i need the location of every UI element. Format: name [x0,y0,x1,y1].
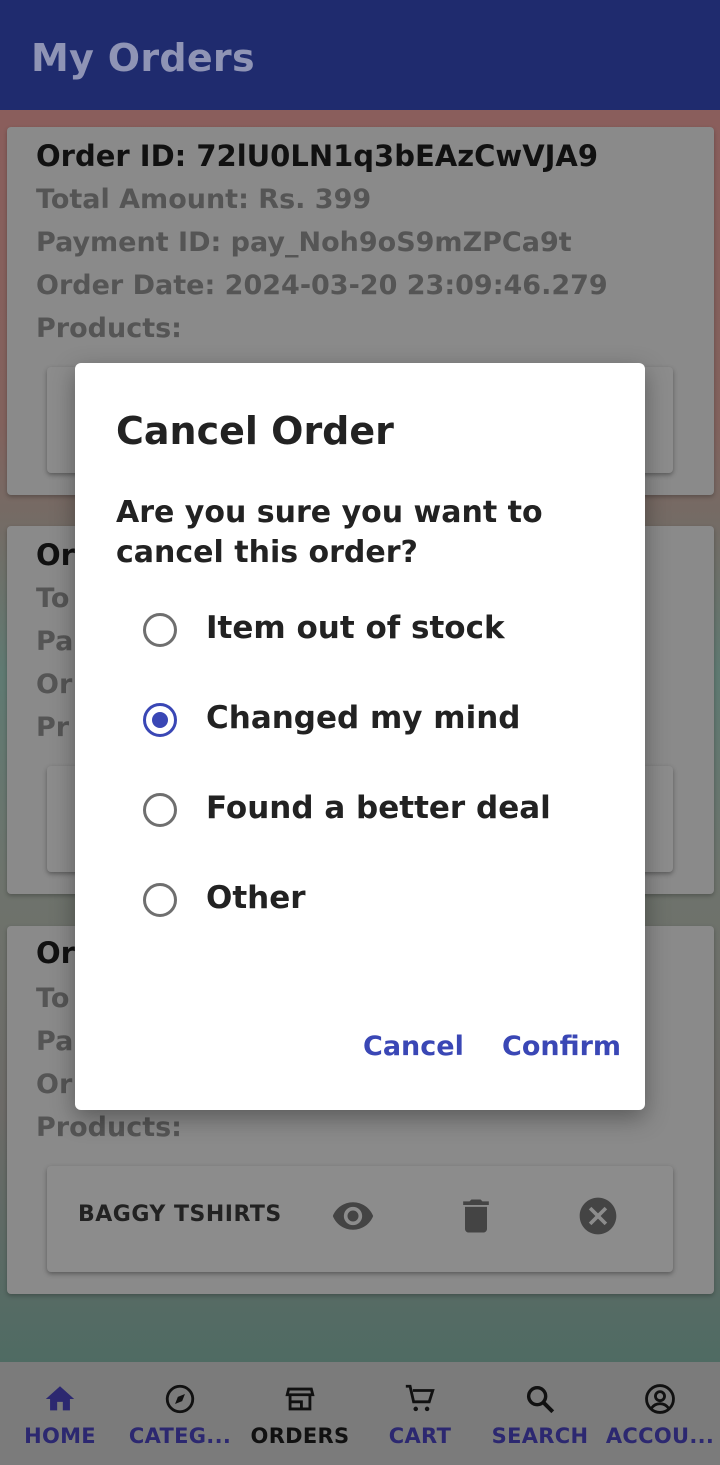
store-icon [285,1387,315,1411]
nav-item-categories[interactable]: CATEG... [120,1362,240,1465]
dialog-message: Are you sure you want to cancel this ord… [116,495,543,570]
account-icon [645,1384,675,1414]
order-id-text: Or [36,538,75,572]
nav-label: ORDERS [250,1424,350,1448]
nav-item-account[interactable]: ACCOU... [600,1362,720,1465]
home-icon [45,1386,75,1411]
order-amount-text: Total Amount: Rs. 399 [36,184,372,215]
eye-icon[interactable] [331,1194,375,1238]
order-payment-text: Pa [36,626,74,657]
radio-label: Item out of stock [206,610,505,646]
reason-option-found-better-deal[interactable]: Found a better deal [141,780,611,840]
nav-item-home[interactable]: HOME [0,1362,120,1465]
reason-option-changed-my-mind[interactable]: Changed my mind [141,690,611,750]
radio-button[interactable] [143,613,177,647]
radio-label: Found a better deal [206,790,551,826]
page-title: My Orders [31,36,255,80]
cancel-circle-icon[interactable] [576,1194,620,1238]
nav-label: CATEG... [128,1424,232,1448]
search-icon [526,1385,555,1414]
app-bar: My Orders [0,0,720,110]
radio-label: Changed my mind [206,700,521,736]
order-products-label: Products: [36,313,182,344]
radio-button[interactable] [143,883,177,917]
order-id-text: Or [36,936,75,970]
radio-label: Other [206,880,306,916]
cancel-button[interactable]: Cancel [363,1031,464,1062]
nav-item-orders[interactable]: ORDERS [240,1362,360,1465]
order-date-text: Order Date: 2024-03-20 23:09:46.279 [36,270,608,301]
nav-item-search[interactable]: SEARCH [480,1362,600,1465]
nav-label: CART [388,1424,452,1448]
order-date-text: Or [36,669,73,700]
confirm-button[interactable]: Confirm [502,1031,621,1062]
bottom-navigation: HOME CATEG... ORDERS CART SEARCH ACCOU..… [0,1362,720,1465]
radio-button[interactable] [143,793,177,827]
nav-label: ACCOU... [605,1424,715,1448]
nav-label: SEARCH [491,1424,589,1448]
order-products-label: Pr [36,712,70,743]
order-date-text: Or [36,1069,73,1100]
order-payment-text: Payment ID: pay_Noh9oS9mZPCa9t [36,227,572,258]
product-name: BAGGY TSHIRTS [78,1202,282,1227]
order-id-text: Order ID: 72lU0LN1q3bEAzCwVJA9 [36,139,599,173]
order-amount-text: To [36,583,70,614]
cancel-order-dialog: Cancel Order Are you sure you want to ca… [75,363,645,1110]
compass-icon [165,1384,195,1414]
nav-label: HOME [24,1424,96,1448]
radio-button-selected[interactable] [143,703,177,737]
order-payment-text: Pa [36,1026,74,1057]
dialog-title: Cancel Order [116,409,394,453]
trash-icon[interactable] [454,1194,498,1238]
order-products-label: Products: [36,1112,182,1143]
cart-icon [405,1384,435,1412]
order-amount-text: To [36,983,70,1014]
reason-option-other[interactable]: Other [141,870,611,930]
reason-option-item-out-of-stock[interactable]: Item out of stock [141,600,611,660]
product-row: BAGGY TSHIRTS [47,1166,673,1272]
nav-item-cart[interactable]: CART [360,1362,480,1465]
